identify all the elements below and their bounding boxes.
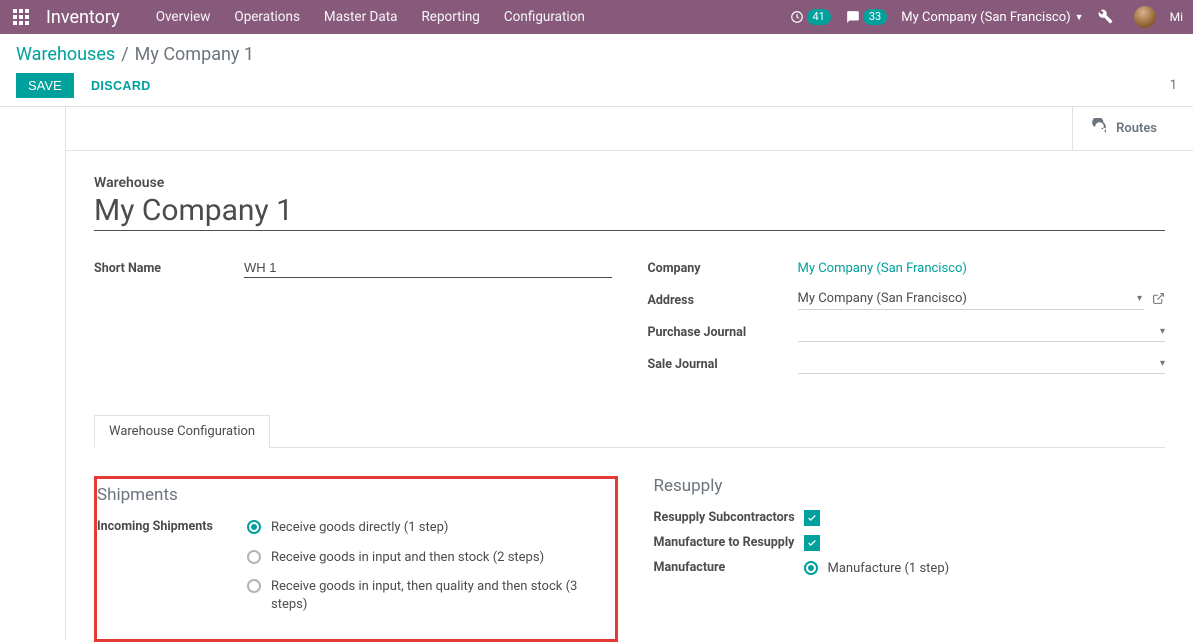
breadcrumb-separator: / (121, 44, 128, 65)
breadcrumb-current: My Company 1 (135, 44, 254, 65)
main-menu: Overview Operations Master Data Reportin… (156, 9, 585, 25)
breadcrumb-root[interactable]: Warehouses (16, 44, 115, 65)
activity-indicator[interactable]: 41 (789, 9, 831, 25)
form-wrapper: Routes Warehouse My Company 1 Short Name… (66, 107, 1193, 640)
warehouse-name-input[interactable]: My Company 1 (94, 193, 1165, 231)
address-value: My Company (San Francisco) (798, 291, 967, 306)
menu-master-data[interactable]: Master Data (324, 9, 398, 25)
shipments-title: Shipments (97, 485, 609, 505)
resupply-title: Resupply (654, 476, 1166, 496)
chevron-down-icon: ▼ (1075, 12, 1084, 23)
purchase-journal-label: Purchase Journal (648, 325, 798, 340)
chevron-down-icon: ▾ (1160, 326, 1165, 337)
radio-icon (247, 579, 261, 593)
company-name: My Company (San Francisco) (901, 10, 1070, 25)
tab-warehouse-configuration[interactable]: Warehouse Configuration (94, 415, 270, 448)
chevron-down-icon: ▾ (1137, 293, 1142, 304)
resupply-section: Resupply Resupply Subcontractors Manufac… (654, 476, 1166, 642)
clock-icon (789, 9, 805, 25)
shipments-section-highlight: Shipments Incoming Shipments Receive goo… (94, 476, 618, 642)
manufacture-to-resupply-label: Manufacture to Resupply (654, 535, 804, 552)
chevron-down-icon: ▾ (1160, 358, 1165, 369)
incoming-option-2-label: Receive goods in input and then stock (2… (271, 549, 544, 567)
company-label: Company (648, 261, 798, 276)
radio-icon (804, 561, 818, 575)
developer-tools-icon[interactable] (1098, 9, 1114, 25)
app-brand[interactable]: Inventory (46, 7, 120, 28)
chat-icon (845, 9, 861, 25)
routes-button[interactable]: Routes (1072, 107, 1173, 150)
user-avatar[interactable] (1134, 6, 1156, 28)
incoming-option-3[interactable]: Receive goods in input, then quality and… (247, 578, 609, 613)
messaging-indicator[interactable]: 33 (845, 9, 887, 25)
manufacture-option-1[interactable]: Manufacture (1 step) (804, 560, 1166, 578)
apps-icon[interactable] (10, 6, 32, 28)
sale-journal-select[interactable]: ▾ (798, 354, 1166, 374)
company-value[interactable]: My Company (San Francisco) (798, 261, 967, 276)
breadcrumb: Warehouses / My Company 1 (16, 44, 1177, 65)
external-link-icon[interactable] (1152, 292, 1165, 309)
main-navbar: Inventory Overview Operations Master Dat… (0, 0, 1193, 34)
user-short: Mi (1170, 10, 1183, 24)
message-count: 33 (863, 9, 887, 25)
incoming-option-3-label: Receive goods in input, then quality and… (271, 578, 609, 613)
incoming-option-2[interactable]: Receive goods in input and then stock (2… (247, 549, 609, 567)
refresh-icon (1091, 118, 1108, 139)
left-gutter (0, 107, 66, 640)
resupply-subcontractors-checkbox[interactable] (804, 510, 820, 526)
resupply-subcontractors-label: Resupply Subcontractors (654, 510, 804, 527)
menu-overview[interactable]: Overview (156, 9, 211, 25)
tab-bar: Warehouse Configuration (94, 415, 1165, 448)
address-select[interactable]: My Company (San Francisco) ▾ (798, 290, 1145, 310)
incoming-option-1-label: Receive goods directly (1 step) (271, 519, 448, 537)
company-switcher[interactable]: My Company (San Francisco) ▼ (901, 10, 1083, 25)
routes-label: Routes (1116, 121, 1157, 136)
main-area: Routes Warehouse My Company 1 Short Name… (0, 107, 1193, 640)
manufacture-to-resupply-checkbox[interactable] (804, 535, 820, 551)
menu-operations[interactable]: Operations (234, 9, 300, 25)
manufacture-option-1-label: Manufacture (1 step) (828, 560, 950, 578)
address-label: Address (648, 293, 798, 308)
discard-button[interactable]: DISCARD (91, 79, 151, 93)
save-button[interactable]: SAVE (16, 73, 74, 98)
purchase-journal-select[interactable]: ▾ (798, 322, 1166, 342)
incoming-option-1[interactable]: Receive goods directly (1 step) (247, 519, 609, 537)
activity-count: 41 (807, 9, 831, 25)
record-counter: 1 (1170, 78, 1177, 93)
manufacture-label: Manufacture (654, 560, 804, 590)
menu-reporting[interactable]: Reporting (421, 9, 479, 25)
radio-icon (247, 550, 261, 564)
sale-journal-label: Sale Journal (648, 357, 798, 372)
stat-button-bar: Routes (66, 107, 1193, 151)
short-name-input[interactable] (244, 258, 612, 278)
incoming-shipments-label: Incoming Shipments (97, 519, 247, 625)
tab-content: Shipments Incoming Shipments Receive goo… (94, 448, 1165, 642)
menu-configuration[interactable]: Configuration (504, 9, 585, 25)
form-sheet: Warehouse My Company 1 Short Name Compan… (66, 151, 1193, 642)
radio-icon (247, 520, 261, 534)
short-name-label: Short Name (94, 261, 244, 276)
warehouse-field-label: Warehouse (94, 175, 1165, 191)
control-panel: Warehouses / My Company 1 SAVE DISCARD 1 (0, 34, 1193, 107)
